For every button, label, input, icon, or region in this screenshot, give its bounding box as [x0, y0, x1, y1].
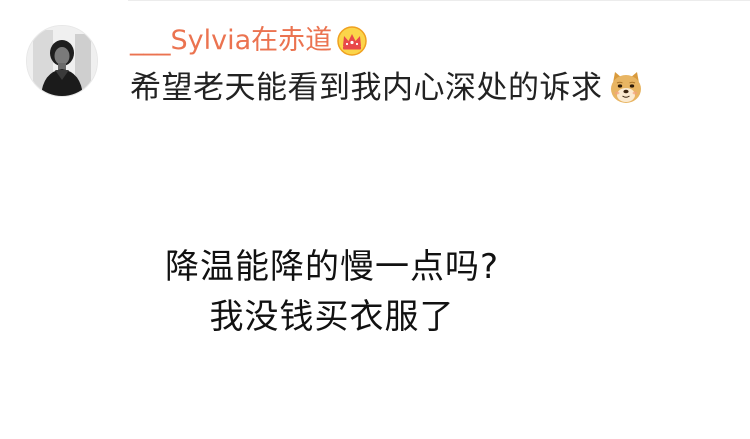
attached-image-text[interactable]: 降温能降的慢一点吗? 我没钱买衣服了	[162, 242, 502, 342]
comment-card: ___Sylvia在赤道 希望老天能看到我内心深处的诉求 降温能降的慢一点吗? …	[0, 0, 750, 439]
comment-text: 希望老天能看到我内心深处的诉求	[130, 70, 603, 106]
avatar-photo	[27, 26, 97, 96]
username-link[interactable]: ___Sylvia在赤道	[130, 22, 332, 60]
image-text-line-2: 我没钱买衣服了	[209, 297, 455, 337]
avatar[interactable]	[26, 25, 98, 97]
image-text-line-1: 降温能降的慢一点吗?	[164, 247, 500, 287]
username-row: ___Sylvia在赤道	[130, 22, 368, 60]
crown-badge-icon[interactable]	[336, 25, 368, 57]
comment-row: 希望老天能看到我内心深处的诉求	[130, 66, 645, 110]
doge-emoji-icon	[610, 72, 641, 103]
divider	[128, 0, 750, 1]
